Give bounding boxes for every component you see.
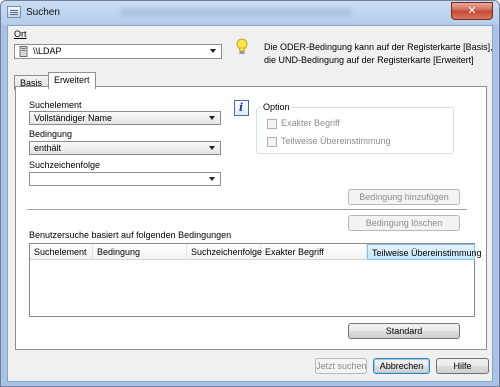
info-icon: i bbox=[234, 100, 249, 116]
condition-list-header: Suchelement Bedingung Suchzeichenfolge E… bbox=[30, 244, 482, 260]
chevron-down-icon[interactable] bbox=[208, 46, 219, 56]
separator bbox=[27, 209, 467, 211]
info-hint-line-2: die UND-Bedingung auf der Registerkarte … bbox=[264, 55, 474, 65]
exact-term-checkbox[interactable]: Exakter Begriff bbox=[267, 118, 340, 129]
ldap-server-icon bbox=[19, 46, 28, 57]
chevron-down-icon[interactable] bbox=[207, 174, 218, 184]
default-button[interactable]: Standard bbox=[348, 323, 460, 339]
column-header-partial-match[interactable]: Teilweise Übereinstimmung bbox=[367, 244, 482, 260]
window-app-icon bbox=[7, 6, 21, 18]
search-dialog-window: Suchen ✕ Ort \\LDAP Die ODER-Bedingung k… bbox=[0, 0, 500, 387]
background-window-title-blur bbox=[121, 8, 351, 16]
partial-match-checkbox[interactable]: Teilweise Übereinstimmung bbox=[267, 136, 391, 147]
search-element-label: Suchelement bbox=[29, 100, 82, 110]
location-value: \\LDAP bbox=[33, 46, 62, 56]
tab-erweitert[interactable]: Erweitert bbox=[48, 72, 96, 89]
condition-list[interactable]: Suchelement Bedingung Suchzeichenfolge E… bbox=[29, 243, 482, 317]
column-header-search-string[interactable]: Suchzeichenfolge bbox=[187, 244, 262, 260]
location-label: Ort bbox=[14, 29, 27, 39]
help-button[interactable]: Hilfe bbox=[436, 358, 489, 374]
search-string-combobox[interactable] bbox=[29, 172, 221, 186]
search-element-value: Vollständiger Name bbox=[34, 113, 113, 123]
cancel-button[interactable]: Abbrechen bbox=[373, 358, 430, 374]
condition-label: Bedingung bbox=[29, 129, 73, 139]
info-hint-line-1: Die ODER-Bedingung kann auf der Register… bbox=[264, 42, 493, 52]
chevron-down-icon[interactable] bbox=[207, 143, 218, 153]
option-title: Option bbox=[261, 102, 292, 112]
info-hint-text: Die ODER-Bedingung kann auf der Register… bbox=[264, 41, 493, 67]
partial-match-label: Teilweise Übereinstimmung bbox=[281, 136, 391, 146]
option-groupbox: Option Exakter Begriff Teilweise Überein… bbox=[256, 102, 454, 154]
search-now-button[interactable]: Jetzt suchen bbox=[315, 358, 367, 374]
location-select[interactable]: \\LDAP bbox=[14, 44, 222, 59]
window-title: Suchen bbox=[26, 7, 60, 18]
column-header-search-element[interactable]: Suchelement bbox=[30, 244, 93, 260]
column-header-condition[interactable]: Bedingung bbox=[93, 244, 187, 260]
delete-condition-button[interactable]: Bedingung löschen bbox=[348, 215, 460, 231]
partial-match-checkbox-box[interactable] bbox=[267, 136, 277, 147]
column-header-exact-term[interactable]: Exakter Begriff bbox=[261, 244, 367, 260]
chevron-down-icon[interactable] bbox=[207, 113, 218, 123]
search-element-select[interactable]: Vollständiger Name bbox=[29, 111, 221, 125]
exact-term-checkbox-box[interactable] bbox=[267, 118, 277, 129]
title-bar[interactable]: Suchen ✕ bbox=[1, 1, 499, 25]
condition-select[interactable]: enthält bbox=[29, 141, 221, 155]
add-condition-button[interactable]: Bedingung hinzufügen bbox=[348, 189, 460, 205]
condition-list-caption: Benutzersuche basiert auf folgenden Bedi… bbox=[29, 230, 232, 240]
close-button[interactable]: ✕ bbox=[451, 2, 493, 20]
search-string-label: Suchzeichenfolge bbox=[29, 160, 101, 170]
exact-term-label: Exakter Begriff bbox=[281, 118, 340, 128]
lightbulb-icon bbox=[236, 38, 248, 54]
condition-value: enthält bbox=[34, 143, 62, 153]
